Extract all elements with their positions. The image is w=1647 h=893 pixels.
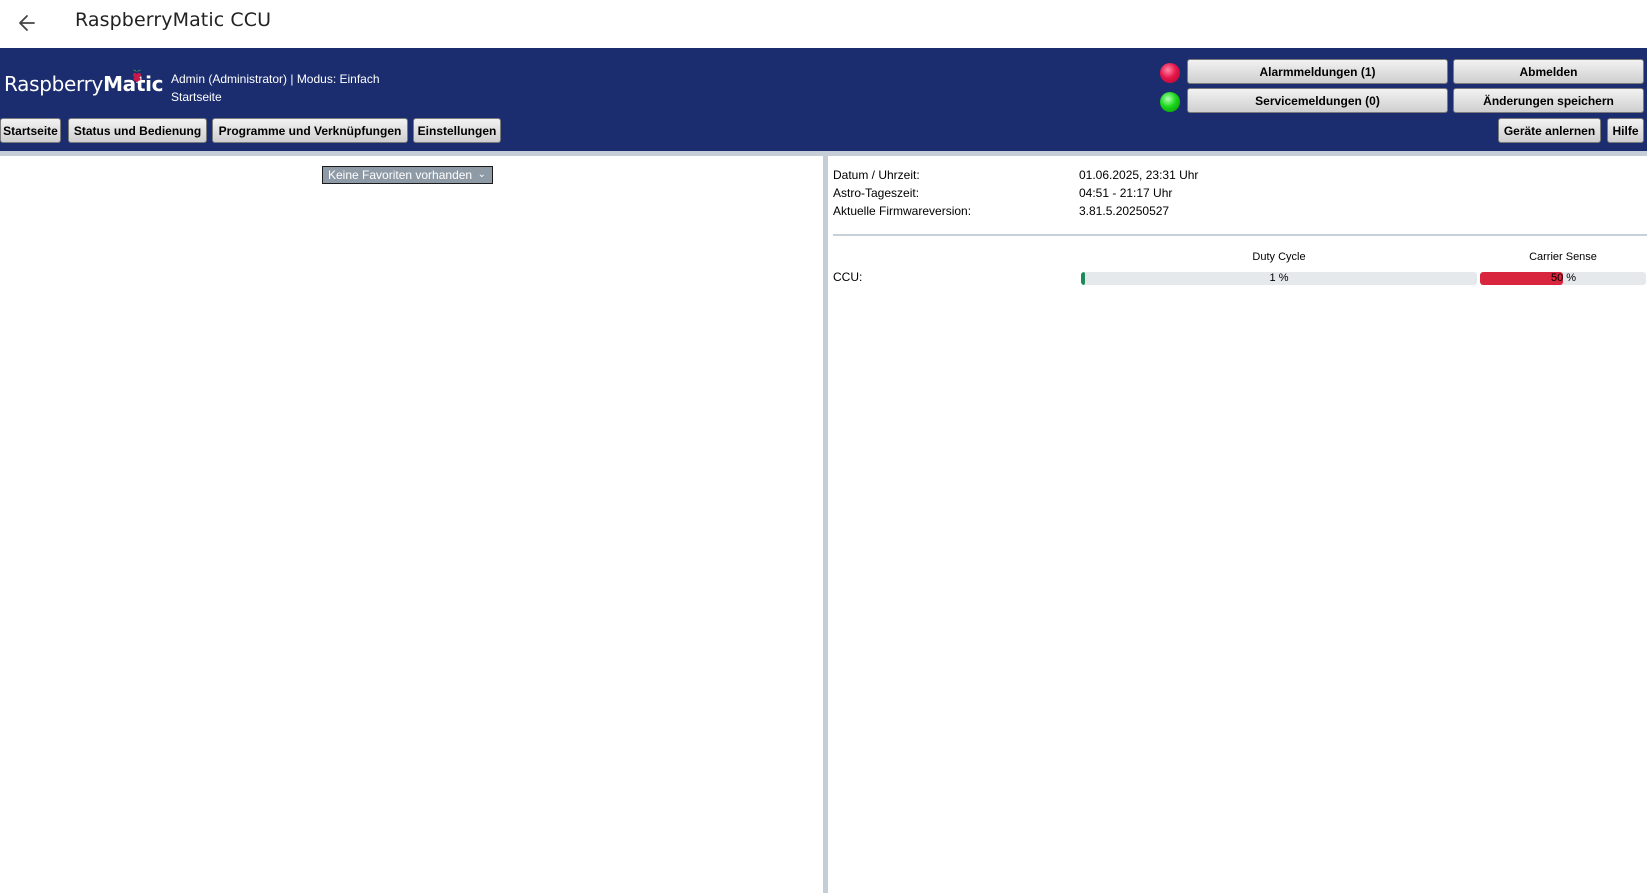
user-info: Admin (Administrator) | Modus: Einfach S… — [171, 70, 380, 106]
info-divider — [833, 234, 1647, 236]
service-messages-button[interactable]: Servicemeldungen (0) — [1187, 88, 1448, 113]
back-arrow-icon[interactable] — [12, 8, 42, 38]
logout-button[interactable]: Abmelden — [1453, 59, 1644, 84]
duty-cycle-bar: 1 % — [1081, 272, 1477, 285]
system-info-pane: Datum / Uhrzeit: 01.06.2025, 23:31 Uhr A… — [828, 156, 1647, 893]
firmware-label: Aktuelle Firmwareversion: — [833, 204, 972, 218]
duty-cycle-text: 1 % — [1269, 272, 1289, 284]
chevron-down-icon: ⌄ — [477, 169, 486, 180]
carrier-sense-text: 50 % — [1551, 272, 1577, 284]
astro-value: 04:51 - 21:17 Uhr — [1079, 186, 1173, 200]
datetime-value: 01.06.2025, 23:31 Uhr — [1079, 168, 1199, 182]
ccu-header: RaspberryMatic Admin (Administrator) | M… — [0, 48, 1647, 151]
help-button[interactable]: Hilfe — [1607, 118, 1644, 143]
nav-status-button[interactable]: Status und Bedienung — [68, 118, 207, 143]
teach-in-devices-button[interactable]: Geräte anlernen — [1498, 118, 1601, 143]
ccu-label: CCU: — [833, 270, 863, 284]
favorites-pane: Keine Favoriten vorhanden ⌄ — [0, 156, 823, 893]
firmware-value: 3.81.5.20250527 — [1079, 204, 1170, 218]
service-led-icon — [1160, 92, 1180, 112]
nav-home-button[interactable]: Startseite — [0, 118, 61, 143]
save-changes-button[interactable]: Änderungen speichern — [1453, 88, 1644, 113]
duty-cycle-header: Duty Cycle — [1252, 251, 1306, 263]
carrier-sense-header: Carrier Sense — [1529, 251, 1597, 263]
raspberry-icon — [132, 69, 142, 82]
current-page-text: Startseite — [171, 90, 222, 104]
nav-settings-button[interactable]: Einstellungen — [413, 118, 501, 143]
carrier-sense-bar: 50 % — [1480, 272, 1646, 285]
datetime-label: Datum / Uhrzeit: — [833, 168, 920, 182]
alarm-led-icon — [1160, 63, 1180, 83]
favorites-select[interactable]: Keine Favoriten vorhanden ⌄ — [322, 166, 493, 184]
app-title: RaspberryMatic CCU — [75, 9, 272, 31]
app-bar: RaspberryMatic CCU — [0, 0, 1647, 48]
astro-label: Astro-Tageszeit: — [833, 186, 920, 200]
nav-programs-button[interactable]: Programme und Verknüpfungen — [212, 118, 408, 143]
alarm-messages-button[interactable]: Alarmmeldungen (1) — [1187, 59, 1448, 84]
user-mode-text: Admin (Administrator) | Modus: Einfach — [171, 72, 380, 86]
